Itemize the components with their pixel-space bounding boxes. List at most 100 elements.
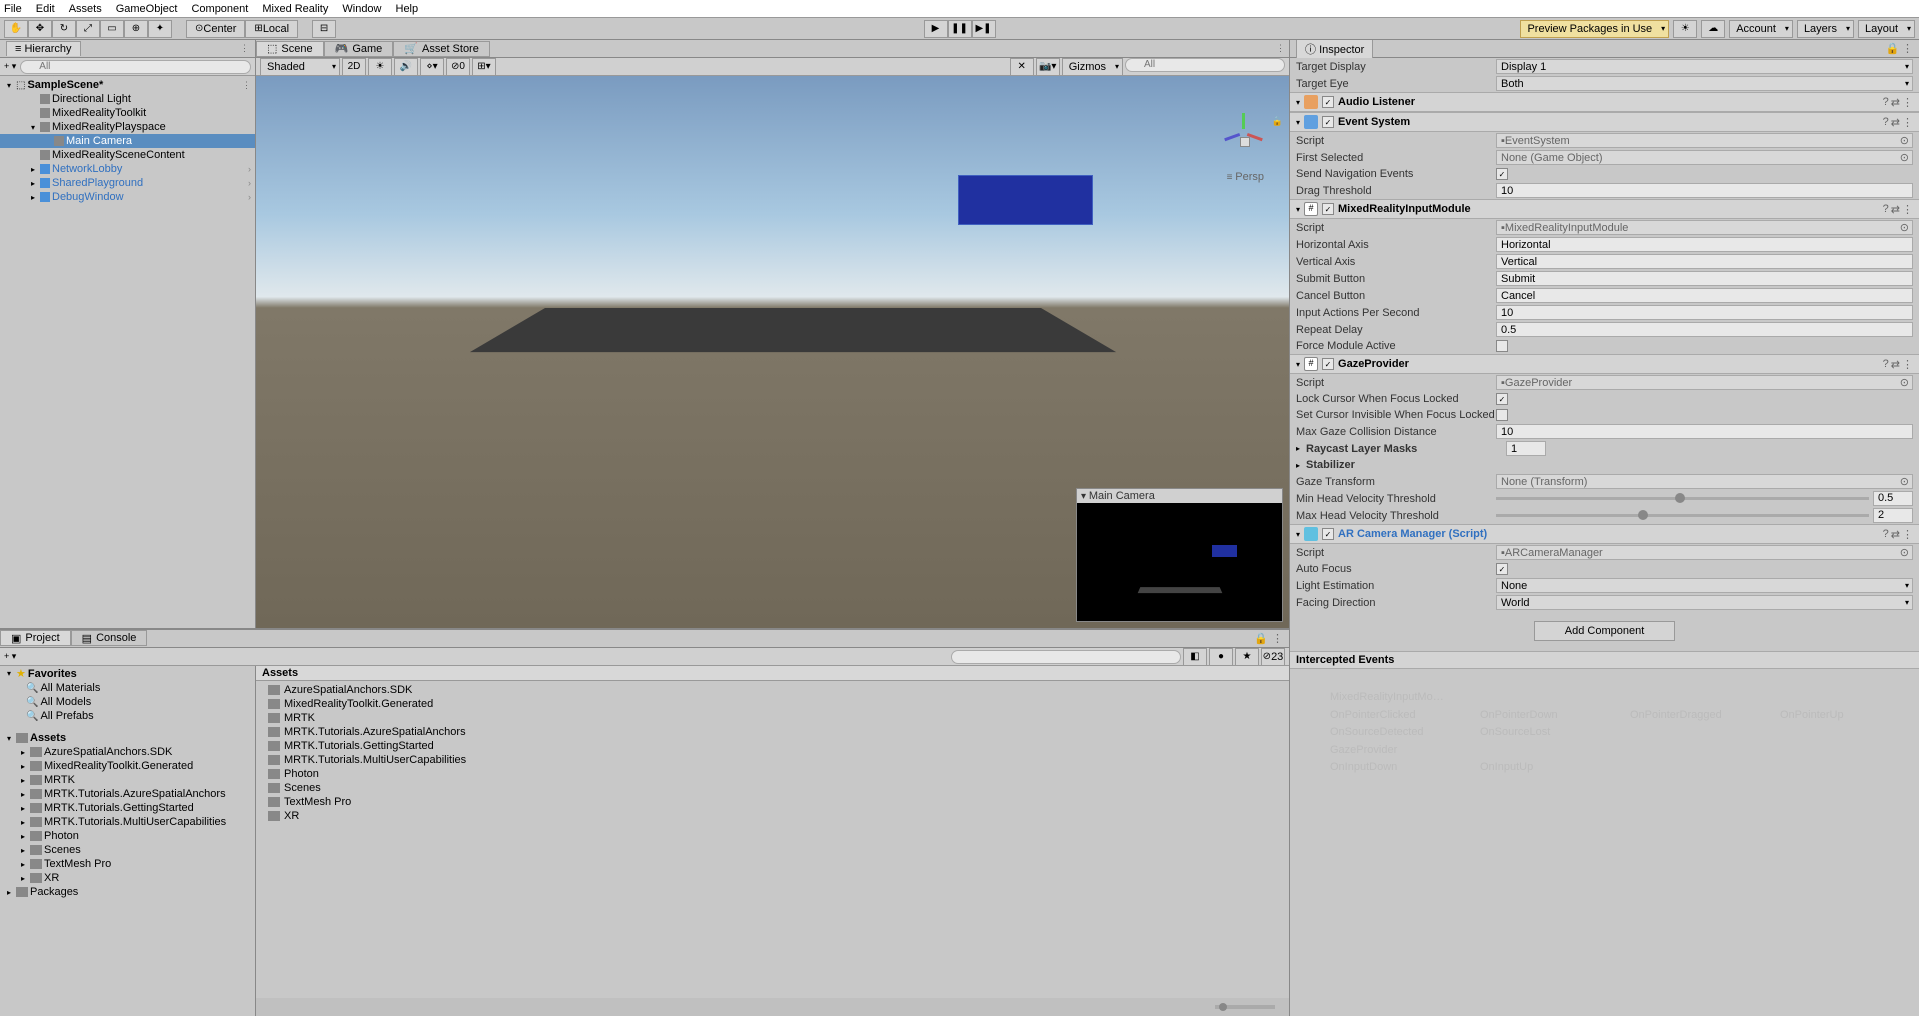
pause-button[interactable]: ❚❚ <box>948 20 972 38</box>
force-active-checkbox[interactable] <box>1496 340 1508 352</box>
input-module-enable[interactable]: ✓ <box>1322 203 1334 215</box>
cloud-icon[interactable]: ☁ <box>1701 20 1725 38</box>
assets-root[interactable]: ▾ Assets <box>0 731 255 745</box>
asset-item[interactable]: Photon <box>256 767 1289 781</box>
scene-menu-icon[interactable]: ⋮ <box>1272 43 1289 54</box>
help-icon[interactable]: ? <box>1883 528 1889 541</box>
inspector-lock-icon[interactable]: 🔒 <box>1886 43 1900 55</box>
asset-item[interactable]: MRTK.Tutorials.MultiUserCapabilities <box>256 753 1289 767</box>
preset-icon[interactable]: ⇄ <box>1891 358 1900 371</box>
game-tab[interactable]: 🎮 Game <box>324 41 394 57</box>
asset-folder[interactable]: ▸ MRTK.Tutorials.GettingStarted <box>0 801 255 815</box>
scene-viewport[interactable]: 🔒 ≡ Persp ▾ Main Camera <box>256 76 1289 628</box>
context-menu-icon[interactable]: ⋮ <box>1902 116 1913 129</box>
asset-item[interactable]: XR <box>256 809 1289 823</box>
rect-tool[interactable]: ▭ <box>100 20 124 38</box>
scene-tab[interactable]: ⬚ Scene <box>256 41 324 57</box>
asset-folder[interactable]: ▸ MixedRealityToolkit.Generated <box>0 759 255 773</box>
hierarchy-item[interactable]: Main Camera <box>0 134 255 148</box>
help-icon[interactable]: ? <box>1883 116 1889 129</box>
auto-focus-checkbox[interactable]: ✓ <box>1496 563 1508 575</box>
target-display-dropdown[interactable]: Display 1 <box>1496 59 1913 74</box>
asset-item[interactable]: MRTK <box>256 711 1289 725</box>
lock-cursor-checkbox[interactable]: ✓ <box>1496 393 1508 405</box>
gaze-enable[interactable]: ✓ <box>1322 358 1334 370</box>
asset-folder[interactable]: ▸ TextMesh Pro <box>0 857 255 871</box>
target-eye-dropdown[interactable]: Both <box>1496 76 1913 91</box>
menu-window[interactable]: Window <box>342 3 381 15</box>
gaze-transform-field[interactable]: None (Transform) <box>1496 474 1913 489</box>
menu-file[interactable]: File <box>4 3 22 15</box>
submit-field[interactable]: Submit <box>1496 271 1913 286</box>
hierarchy-item[interactable]: ▸ NetworkLobby› <box>0 162 255 176</box>
asset-item[interactable]: MRTK.Tutorials.AzureSpatialAnchors <box>256 725 1289 739</box>
asset-folder[interactable]: ▸ MRTK.Tutorials.AzureSpatialAnchors <box>0 787 255 801</box>
preset-icon[interactable]: ⇄ <box>1891 528 1900 541</box>
project-search[interactable] <box>951 650 1181 664</box>
menu-mixed-reality[interactable]: Mixed Reality <box>262 3 328 15</box>
hierarchy-search[interactable] <box>20 60 251 74</box>
asset-item[interactable]: Scenes <box>256 781 1289 795</box>
first-selected-field[interactable]: None (Game Object) <box>1496 150 1913 165</box>
asset-folder[interactable]: ▸ MRTK <box>0 773 255 787</box>
packages-root[interactable]: ▸ Packages <box>0 885 255 899</box>
hierarchy-item[interactable]: MixedRealityToolkit <box>0 106 255 120</box>
perspective-label[interactable]: ≡ Persp <box>1227 171 1264 183</box>
gizmos-dropdown[interactable]: Gizmos <box>1062 58 1123 76</box>
context-menu-icon[interactable]: ⋮ <box>1902 96 1913 109</box>
repeat-delay-field[interactable]: 0.5 <box>1496 322 1913 337</box>
min-head-slider[interactable] <box>1496 497 1869 500</box>
transform-tool[interactable]: ⊕ <box>124 20 148 38</box>
console-tab[interactable]: ▤ Console <box>71 630 148 646</box>
hidden-toggle[interactable]: ⊘0 <box>446 58 470 76</box>
v-axis-field[interactable]: Vertical <box>1496 254 1913 269</box>
tools-icon[interactable]: ✕ <box>1010 58 1034 76</box>
account-dropdown[interactable]: Account <box>1729 20 1793 38</box>
gaze-header[interactable]: ▾#✓ GazeProvider ?⇄⋮ <box>1290 354 1919 374</box>
play-button[interactable]: ▶ <box>924 20 948 38</box>
hand-tool[interactable]: ✋ <box>4 20 28 38</box>
assets-breadcrumb[interactable]: Assets <box>256 666 1289 681</box>
asset-folder[interactable]: ▸ MRTK.Tutorials.MultiUserCapabilities <box>0 815 255 829</box>
menu-help[interactable]: Help <box>396 3 419 15</box>
save-search-star-icon[interactable]: ★ <box>1235 648 1259 666</box>
handle-toggle[interactable]: ⊞ Local <box>245 20 298 38</box>
hidden-packages-icon[interactable]: ⊘23 <box>1261 648 1285 666</box>
shading-mode[interactable]: Shaded <box>260 58 340 76</box>
menu-component[interactable]: Component <box>191 3 248 15</box>
asset-item[interactable]: MRTK.Tutorials.GettingStarted <box>256 739 1289 753</box>
event-system-enable[interactable]: ✓ <box>1322 116 1334 128</box>
asset-folder[interactable]: ▸ XR <box>0 871 255 885</box>
favorite-item[interactable]: 🔍 All Models <box>0 695 255 709</box>
asset-store-tab[interactable]: 🛒 Asset Store <box>393 41 490 57</box>
hierarchy-item[interactable]: ▸ SharedPlayground› <box>0 176 255 190</box>
favorites-header[interactable]: ▾★ Favorites <box>0 666 255 681</box>
pivot-toggle[interactable]: ⊙ Center <box>186 20 245 38</box>
project-create-icon[interactable]: + ▾ <box>4 651 16 662</box>
stabilizer-foldout[interactable]: Stabilizer <box>1306 459 1506 471</box>
scale-tool[interactable]: ⤢ <box>76 20 100 38</box>
scene-root[interactable]: ▾⬚ SampleScene* ⋮ <box>0 78 255 92</box>
event-system-header[interactable]: ▾✓ Event System ?⇄⋮ <box>1290 112 1919 132</box>
raycast-foldout[interactable]: Raycast Layer Masks <box>1306 443 1506 455</box>
asset-item[interactable]: AzureSpatialAnchors.SDK <box>256 683 1289 697</box>
input-module-header[interactable]: ▾#✓ MixedRealityInputModule ?⇄⋮ <box>1290 199 1919 219</box>
asset-item[interactable]: MixedRealityToolkit.Generated <box>256 697 1289 711</box>
hierarchy-item[interactable]: MixedRealitySceneContent <box>0 148 255 162</box>
hierarchy-tab[interactable]: ≡ Hierarchy <box>6 41 81 56</box>
context-menu-icon[interactable]: ⋮ <box>1902 528 1913 541</box>
help-icon[interactable]: ? <box>1883 96 1889 109</box>
thumbnail-size-slider[interactable] <box>1215 1005 1275 1009</box>
ar-camera-header[interactable]: ▾✓ AR Camera Manager (Script) ?⇄⋮ <box>1290 524 1919 544</box>
snap-tool[interactable]: ⊟ <box>312 20 336 38</box>
min-head-value[interactable]: 0.5 <box>1873 491 1913 506</box>
ar-camera-enable[interactable]: ✓ <box>1322 528 1334 540</box>
hierarchy-item[interactable]: Directional Light <box>0 92 255 106</box>
audio-toggle[interactable]: 🔊 <box>394 58 418 76</box>
preset-icon[interactable]: ⇄ <box>1891 116 1900 129</box>
lock-icon[interactable]: 🔒 <box>1272 116 1283 127</box>
asset-folder[interactable]: ▸ AzureSpatialAnchors.SDK <box>0 745 255 759</box>
2d-toggle[interactable]: 2D <box>342 58 366 76</box>
inspector-menu-icon[interactable]: ⋮ <box>1902 43 1913 55</box>
help-icon[interactable]: ? <box>1883 203 1889 216</box>
